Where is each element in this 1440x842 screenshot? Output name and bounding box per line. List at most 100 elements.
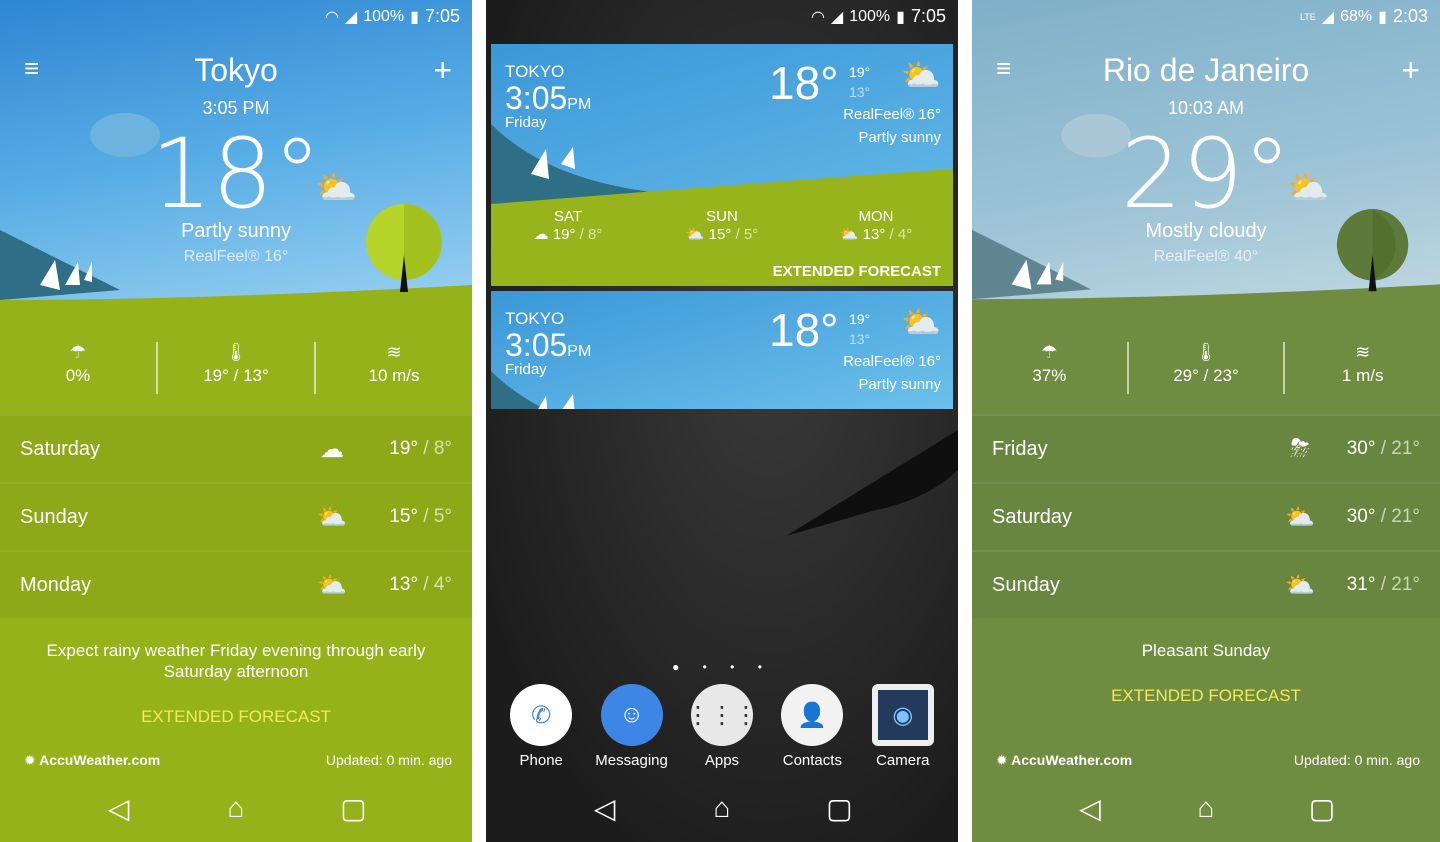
forecast-day: Saturday (992, 505, 1073, 528)
stats-bar: ☂ 37% 🌡 29° / 23° ≋ 1 m/s (972, 342, 1440, 394)
umbrella-icon: ☂ (69, 342, 87, 362)
recents-button[interactable]: ▢ (1302, 792, 1342, 825)
status-bar: LTE ◢ 68% ▮ 2:03 (1300, 6, 1428, 27)
thunderstorm-icon: ⛈ (1290, 435, 1310, 462)
dock-app-contacts[interactable]: 👤 Contacts (768, 684, 856, 769)
temp-separator: / (731, 226, 744, 243)
clock: 2:03 (1392, 6, 1428, 26)
extended-forecast-link[interactable]: EXTENDED FORECAST (972, 686, 1440, 706)
widget-high: 19° (849, 64, 871, 80)
page-indicator: ● • • • (672, 660, 772, 674)
stat-value: 10 m/s (368, 366, 420, 385)
battery-icon: ▮ (1378, 8, 1387, 26)
partly-sunny-icon: ⛅ (839, 226, 863, 243)
weather-app-tokyo: ◠ ◢ 100% ▮ 7:05 ≡ + Tokyo 3:05 PM 18° ⛅ Partly sunn… (0, 0, 472, 842)
forecast-high: 13° (389, 574, 418, 595)
forecast-high: 30° (1346, 438, 1376, 459)
back-button[interactable]: ◁ (585, 792, 625, 825)
widget-temperature: 18° (769, 304, 839, 356)
forecast-row[interactable]: Saturday ⛅ 30° / 21° (972, 482, 1440, 550)
forecast-row[interactable]: Sunday ⛅ 31° / 21° (972, 550, 1440, 618)
partly-sunny-icon: ⛅ (901, 304, 941, 340)
accuweather-logo[interactable]: ✹ AccuWeather.com (996, 752, 1132, 769)
footer: ✹ AccuWeather.com Updated: 0 min. ago (996, 752, 1420, 769)
weather-widget-small[interactable]: TOKYO 3:05PM Friday 18° 19° 13° ⛅ RealFeel® 16°… (491, 291, 953, 409)
forecast-temps: 19° / 8° (362, 438, 452, 460)
forecast-low: 4° (433, 574, 452, 595)
stat-item: ☂ 0% (0, 342, 158, 394)
thermometer-icon: 🌡 (224, 342, 248, 362)
forecast-temps: 30° / 21° (1330, 506, 1420, 528)
widget-temperature: 18° (769, 57, 839, 109)
temp-separator: / (1375, 438, 1392, 459)
camera-icon: ◉ (871, 684, 934, 746)
widget-day-name: MON (858, 208, 894, 225)
home-button[interactable]: ⌂ (216, 792, 256, 825)
home-button[interactable]: ⌂ (702, 792, 742, 825)
extended-forecast-link[interactable]: EXTENDED FORECAST (773, 263, 941, 280)
wifi-icon: ◠ (324, 8, 339, 26)
wallpaper-shape (786, 430, 958, 536)
widget-city: TOKYO (505, 62, 565, 81)
forecast-temps: 31° / 21° (1330, 574, 1420, 596)
stat-item: 🌡 19° / 13° (158, 342, 316, 394)
city-name: Rio de Janeiro (1102, 52, 1310, 88)
forecast-row[interactable]: Monday ⛅ 13° / 4° (0, 550, 472, 618)
battery-level: 100% (363, 7, 405, 25)
local-time: 10:03 AM (1167, 98, 1245, 118)
dock-app-messaging[interactable]: ☺ Messaging (588, 684, 676, 769)
dock-app-camera[interactable]: ◉ Camera (859, 684, 947, 769)
local-time: 3:05 PM (202, 98, 270, 118)
forecast-row[interactable]: Sunday ⛅ 15° / 5° (0, 482, 472, 550)
widget-day: Friday (505, 114, 547, 131)
partly-sunny-icon: ⛅ (317, 503, 347, 531)
widget-ampm: PM (567, 96, 592, 113)
recents-button[interactable]: ▢ (819, 792, 859, 825)
temp-separator: / (575, 226, 589, 243)
widget-day-temps: ☁ 19° / 8° (491, 225, 645, 243)
temp-separator: / (1375, 506, 1392, 527)
temp-separator: / (417, 438, 434, 459)
widget-day-low: 5° (743, 226, 759, 243)
forecast-row[interactable]: Saturday ☁ 19° / 8° (0, 414, 472, 482)
widget-day-item: SAT ☁ 19° / 8° (491, 208, 645, 243)
stat-item: ☂ 37% (972, 342, 1129, 394)
forecast-temps: 30° / 21° (1330, 438, 1420, 460)
battery-icon: ▮ (896, 8, 905, 26)
daily-forecast: Saturday ☁ 19° / 8° Sunday ⛅ 15° / 5° Monday ⛅ 1… (0, 414, 472, 618)
partly-sunny-icon: ⛅ (1285, 503, 1315, 531)
battery-level: 68% (1340, 7, 1373, 25)
stat-value: 0% (65, 366, 91, 385)
widget-day-low: 4° (897, 226, 913, 243)
city-name: Tokyo (194, 52, 278, 88)
widget-day-temps: ⛅ 15° / 5° (645, 225, 799, 243)
back-button[interactable]: ◁ (1070, 792, 1110, 825)
extended-forecast-link[interactable]: EXTENDED FORECAST (0, 707, 472, 727)
widget-day-high: 19° (552, 226, 576, 243)
dock-app-apps[interactable]: ⋮⋮⋮ Apps (678, 684, 766, 769)
accuweather-logo[interactable]: ✹ AccuWeather.com (24, 752, 160, 769)
widget-ampm: PM (567, 343, 592, 360)
phone-icon: ✆ (510, 684, 573, 746)
forecast-low: 5° (433, 506, 452, 527)
app-label: Phone (519, 752, 563, 769)
home-button[interactable]: ⌂ (1186, 792, 1226, 825)
forecast-low: 21° (1391, 506, 1420, 527)
widget-day-high: 13° (862, 226, 886, 243)
widget-day-low: 8° (588, 226, 603, 243)
wind-icon: ≋ (386, 342, 402, 362)
forecast-low: 21° (1391, 574, 1420, 595)
forecast-row[interactable]: Friday ⛈ 30° / 21° (972, 414, 1440, 482)
weather-widget-large[interactable]: TOKYO 3:05PM Friday 18° 19° 13° ⛅ RealFeel® 16°… (491, 44, 953, 286)
app-label: Apps (704, 752, 740, 769)
widget-high: 19° (849, 311, 871, 327)
back-button[interactable]: ◁ (99, 792, 139, 825)
home-screen: ◠ ◢ 100% ▮ 7:05 TOKYO 3:05PM Friday 18° 19° 1… (486, 0, 958, 842)
partly-sunny-icon: ⛅ (1287, 169, 1330, 207)
realfeel: RealFeel® 40° (1153, 248, 1259, 265)
daily-forecast: Friday ⛈ 30° / 21° Saturday ⛅ 30° / 21° Sunday… (972, 414, 1440, 618)
widget-condition: Partly sunny (858, 129, 941, 146)
dock-app-phone[interactable]: ✆ Phone (497, 684, 585, 769)
widget-time-value: 3:05 (505, 80, 568, 116)
recents-button[interactable]: ▢ (333, 792, 373, 825)
